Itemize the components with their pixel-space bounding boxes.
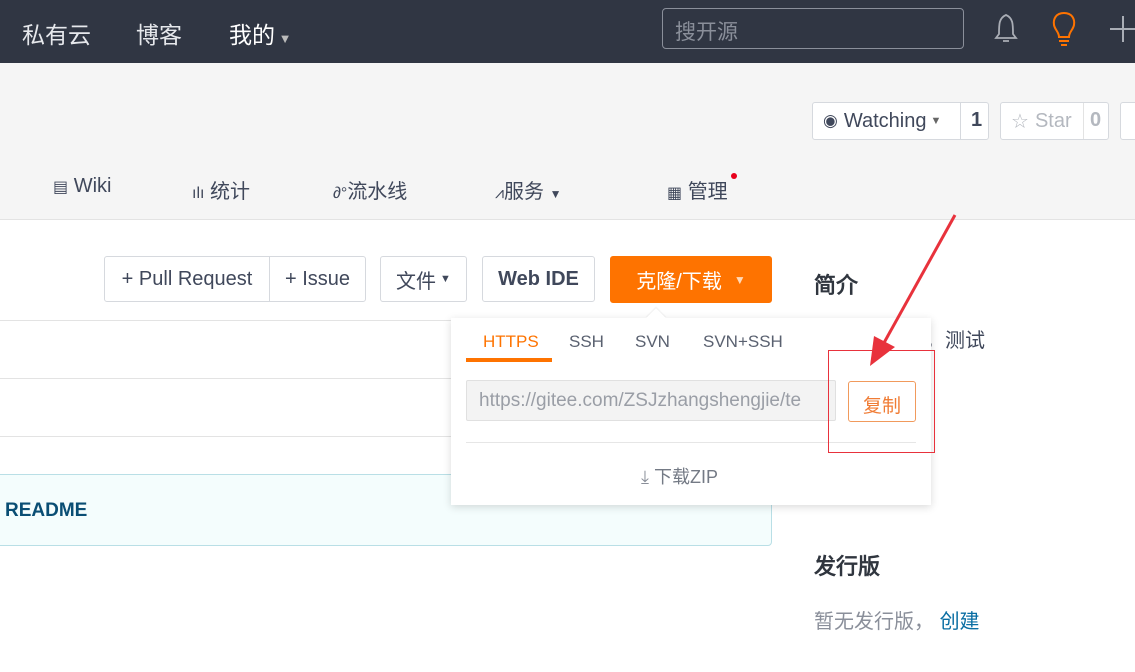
chevron-down-icon: ▼	[733, 272, 746, 287]
chevron-down-icon: ▼	[549, 187, 562, 201]
download-zip-link[interactable]: ⤓ 下载ZIP	[641, 463, 718, 489]
nav-mine-label: 我的	[229, 22, 275, 48]
pipeline-icon: ∂°	[333, 185, 348, 202]
repo-header: ◉ Watching ▼ 1 ☆ Star 0	[0, 63, 1135, 220]
tab-https[interactable]: HTTPS	[483, 332, 539, 352]
annotation-arrow-icon	[870, 214, 957, 366]
fork-button[interactable]	[1120, 102, 1135, 140]
star-icon: ☆	[1011, 110, 1029, 133]
tab-label: 统计	[210, 181, 251, 203]
tab-services[interactable]: ⩘服务 ▼	[495, 175, 561, 204]
star-count[interactable]: 0	[1083, 103, 1101, 139]
active-tab-underline	[466, 358, 552, 362]
tab-label: 管理	[687, 181, 728, 203]
divider	[0, 436, 455, 437]
nav-mine[interactable]: 我的 ▼	[229, 16, 291, 50]
nav-private-cloud[interactable]: 私有云	[22, 16, 91, 50]
readme-title[interactable]: README	[5, 500, 87, 522]
top-navbar: 私有云 博客 我的 ▼ 搜开源	[0, 0, 1135, 63]
plus-icon[interactable]	[1108, 14, 1135, 44]
intro-title: 简介	[814, 273, 859, 298]
file-dropdown[interactable]: 文件 ▼	[380, 256, 467, 302]
notification-dot	[730, 173, 737, 179]
tab-label: 流水线	[347, 181, 408, 203]
download-zip-label: 下载ZIP	[653, 467, 718, 487]
file-label: 文件	[396, 270, 437, 293]
release-create-link[interactable]: 创建	[940, 611, 980, 633]
divider	[0, 320, 455, 321]
eye-icon: ◉	[823, 111, 838, 130]
clone-download-button[interactable]: 克隆/下载 ▼	[610, 256, 772, 303]
chart-icon: ılı	[192, 185, 205, 202]
nav-blog[interactable]: 博客	[136, 16, 182, 50]
popup-arrow	[646, 308, 666, 328]
clone-url-input[interactable]: https://gitee.com/ZSJzhangshengjie/te	[466, 380, 836, 421]
watch-button[interactable]: ◉ Watching ▼ 1	[812, 102, 989, 140]
issue-button[interactable]: + Issue	[269, 256, 366, 302]
bell-icon[interactable]	[992, 12, 1020, 46]
tab-pipeline[interactable]: ∂°流水线	[333, 175, 407, 204]
tab-wiki[interactable]: ▤ Wiki	[53, 175, 111, 198]
star-label: Star	[1034, 109, 1072, 132]
tab-manage[interactable]: ▦ 管理	[667, 173, 737, 204]
settings-doc-icon: ▦	[667, 185, 683, 202]
divider	[0, 378, 455, 379]
clone-label: 克隆/下载	[636, 271, 722, 293]
tab-label: 服务	[504, 181, 545, 203]
tab-svn[interactable]: SVN	[635, 332, 670, 352]
pull-request-button[interactable]: + Pull Request	[104, 256, 270, 302]
release-title: 发行版	[814, 554, 881, 579]
tab-label: Wiki	[73, 175, 112, 197]
tab-ssh[interactable]: SSH	[569, 332, 604, 352]
book-icon: ▤	[53, 179, 69, 196]
tab-stats[interactable]: ılı 统计	[192, 175, 250, 204]
web-ide-button[interactable]: Web IDE	[482, 256, 595, 302]
search-input[interactable]: 搜开源	[662, 8, 964, 49]
release-empty-text: 暂无发行版，	[814, 611, 934, 633]
chevron-down-icon: ▼	[930, 115, 942, 127]
watch-label: Watching	[843, 109, 927, 132]
chevron-down-icon: ▼	[440, 273, 451, 285]
tab-svn-ssh[interactable]: SVN+SSH	[703, 332, 783, 352]
star-button[interactable]: ☆ Star 0	[1000, 102, 1109, 140]
lightbulb-icon[interactable]	[1048, 10, 1080, 48]
chevron-down-icon: ▼	[275, 31, 292, 46]
pulse-icon: ⩘	[495, 185, 505, 202]
download-icon: ⤓	[641, 467, 649, 487]
watch-count[interactable]: 1	[960, 103, 982, 139]
